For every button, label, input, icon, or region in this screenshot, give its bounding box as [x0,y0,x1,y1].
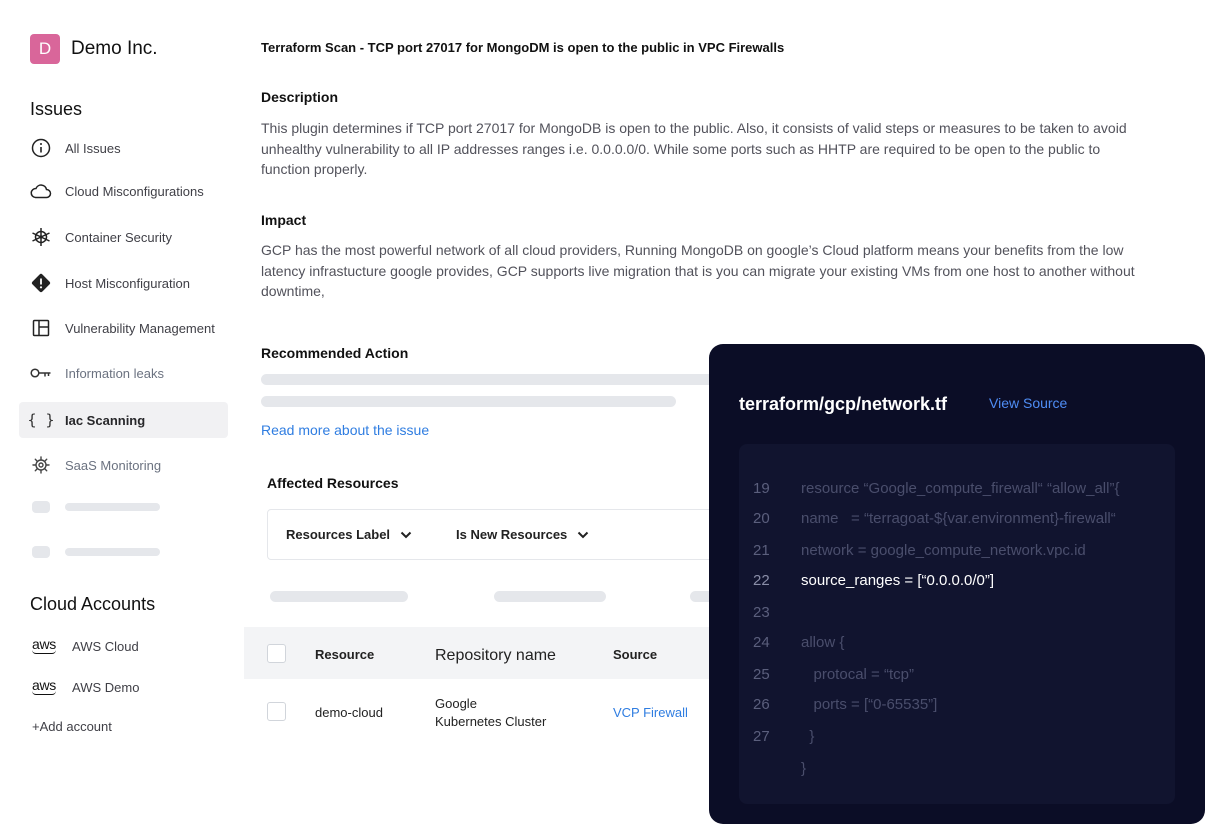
sidebar-item-information-leaks[interactable]: Information leaks [19,355,228,391]
account-label: AWS Demo [72,679,140,695]
cloud-icon [30,180,52,202]
read-more-link[interactable]: Read more about the issue [261,422,429,438]
code-line: resource “Google_compute_firewall“ “allo… [801,480,1120,497]
select-all-checkbox[interactable] [267,644,286,663]
sidebar-item-label: Host Misconfiguration [65,275,190,291]
org-name: Demo Inc. [71,38,158,59]
line-number: 24 [753,634,770,651]
code-line: network = google_compute_network.vpc.id [801,542,1086,559]
cell-resource: demo-cloud [315,705,383,720]
is-new-resources-filter[interactable]: Is New Resources [456,527,589,542]
account-aws-cloud[interactable]: aws AWS Cloud [32,636,139,654]
add-account-link[interactable]: +Add account [32,719,112,734]
column-header-repository[interactable]: Repository name [435,647,556,665]
sidebar-item-label: All Issues [65,140,121,156]
sidebar-item-saas-monitoring[interactable]: SaaS Monitoring [19,447,228,483]
line-number: 25 [753,666,770,683]
sidebar-item-label: Information leaks [65,365,164,381]
affected-resources-heading: Affected Resources [267,475,399,491]
impact-heading: Impact [261,212,307,228]
line-number: 26 [753,696,770,713]
sidebar-item-iac-scanning[interactable]: { } Iac Scanning [19,402,228,438]
line-number: 23 [753,604,770,621]
cell-repo-line2: Kubernetes Cluster [435,714,547,729]
chevron-down-icon [578,531,589,538]
page-title: Terraform Scan - TCP port 27017 for Mong… [261,40,785,55]
resources-label-filter[interactable]: Resources Label [286,527,412,542]
code-block: 19 resource “Google_compute_firewall“ “a… [739,444,1175,804]
cell-source-link[interactable]: VCP Firewall [613,705,688,720]
skeleton-line [261,396,676,407]
description-text: This plugin determines if TCP port 27017… [261,120,1127,177]
row-checkbox[interactable] [267,702,286,721]
key-icon [30,362,52,384]
code-line: ports = [“0-65535”] [801,696,938,713]
app-root: D Demo Inc. Issues All Issues Cloud Misc… [0,0,1205,824]
aws-logo-icon: aws [32,636,56,654]
code-line: allow { [801,634,845,651]
sidebar-item-label: Iac Scanning [65,412,146,428]
sidebar-item-label: Container Security [65,229,172,245]
skeleton-line [261,374,731,385]
sidebar: D Demo Inc. Issues All Issues Cloud Misc… [0,0,244,824]
warning-diamond-icon [30,272,52,294]
code-line: name = “terragoat-${var.environment}-fir… [801,510,1116,527]
code-line: } [801,760,807,777]
line-number: 19 [753,480,770,497]
aws-logo-icon: aws [32,677,56,695]
cloud-accounts-title: Cloud Accounts [30,594,156,614]
layout-icon [30,317,52,339]
sidebar-item-vulnerability-management[interactable]: Vulnerability Management [19,310,228,346]
sidebar-item-label: Vulnerability Management [65,320,215,336]
column-header-source[interactable]: Source [613,647,657,662]
chevron-down-icon [400,531,412,538]
code-line: protocal = “tcp” [801,666,914,683]
cell-repo-line1: Google [435,696,477,711]
sidebar-skeleton-item [32,546,160,558]
account-label: AWS Cloud [72,638,139,654]
sidebar-item-container-security[interactable]: Container Security [19,219,228,255]
helm-icon [30,226,52,248]
skeleton-line [270,591,408,602]
sidebar-item-label: SaaS Monitoring [65,457,162,473]
gear-cog-icon [30,454,52,476]
code-line: } [801,728,815,745]
issues-section-title: Issues [30,99,83,119]
skeleton-line [494,591,606,602]
sidebar-item-cloud-misconfigurations[interactable]: Cloud Misconfigurations [19,173,228,209]
org-switcher[interactable]: D Demo Inc. [30,34,158,64]
description-heading: Description [261,89,339,105]
code-line-highlighted: source_ranges = [“0.0.0.0/0”] [801,572,995,589]
sidebar-item-all-issues[interactable]: All Issues [19,130,228,166]
braces-icon: { } [27,411,55,429]
sidebar-skeleton-item [32,501,160,513]
code-viewer-panel: terraform/gcp/network.tf View Source 19 … [709,344,1205,824]
sidebar-item-label: Cloud Misconfigurations [65,183,204,199]
view-source-link[interactable]: View Source [989,395,1067,411]
account-aws-demo[interactable]: aws AWS Demo [32,677,140,695]
code-file-path: terraform/gcp/network.tf [739,394,948,414]
sidebar-item-host-misconfiguration[interactable]: Host Misconfiguration [19,265,228,301]
org-logo: D [30,34,60,64]
line-number: 27 [753,728,770,745]
filter-label: Is New Resources [456,527,568,542]
filter-label: Resources Label [286,527,391,542]
column-header-resource[interactable]: Resource [315,647,374,662]
line-number: 20 [753,510,770,527]
recommended-action-heading: Recommended Action [261,345,409,361]
info-icon [30,137,52,159]
line-number: 21 [753,542,770,559]
line-number: 22 [753,572,770,589]
impact-text: GCP has the most powerful network of all… [261,242,1135,299]
